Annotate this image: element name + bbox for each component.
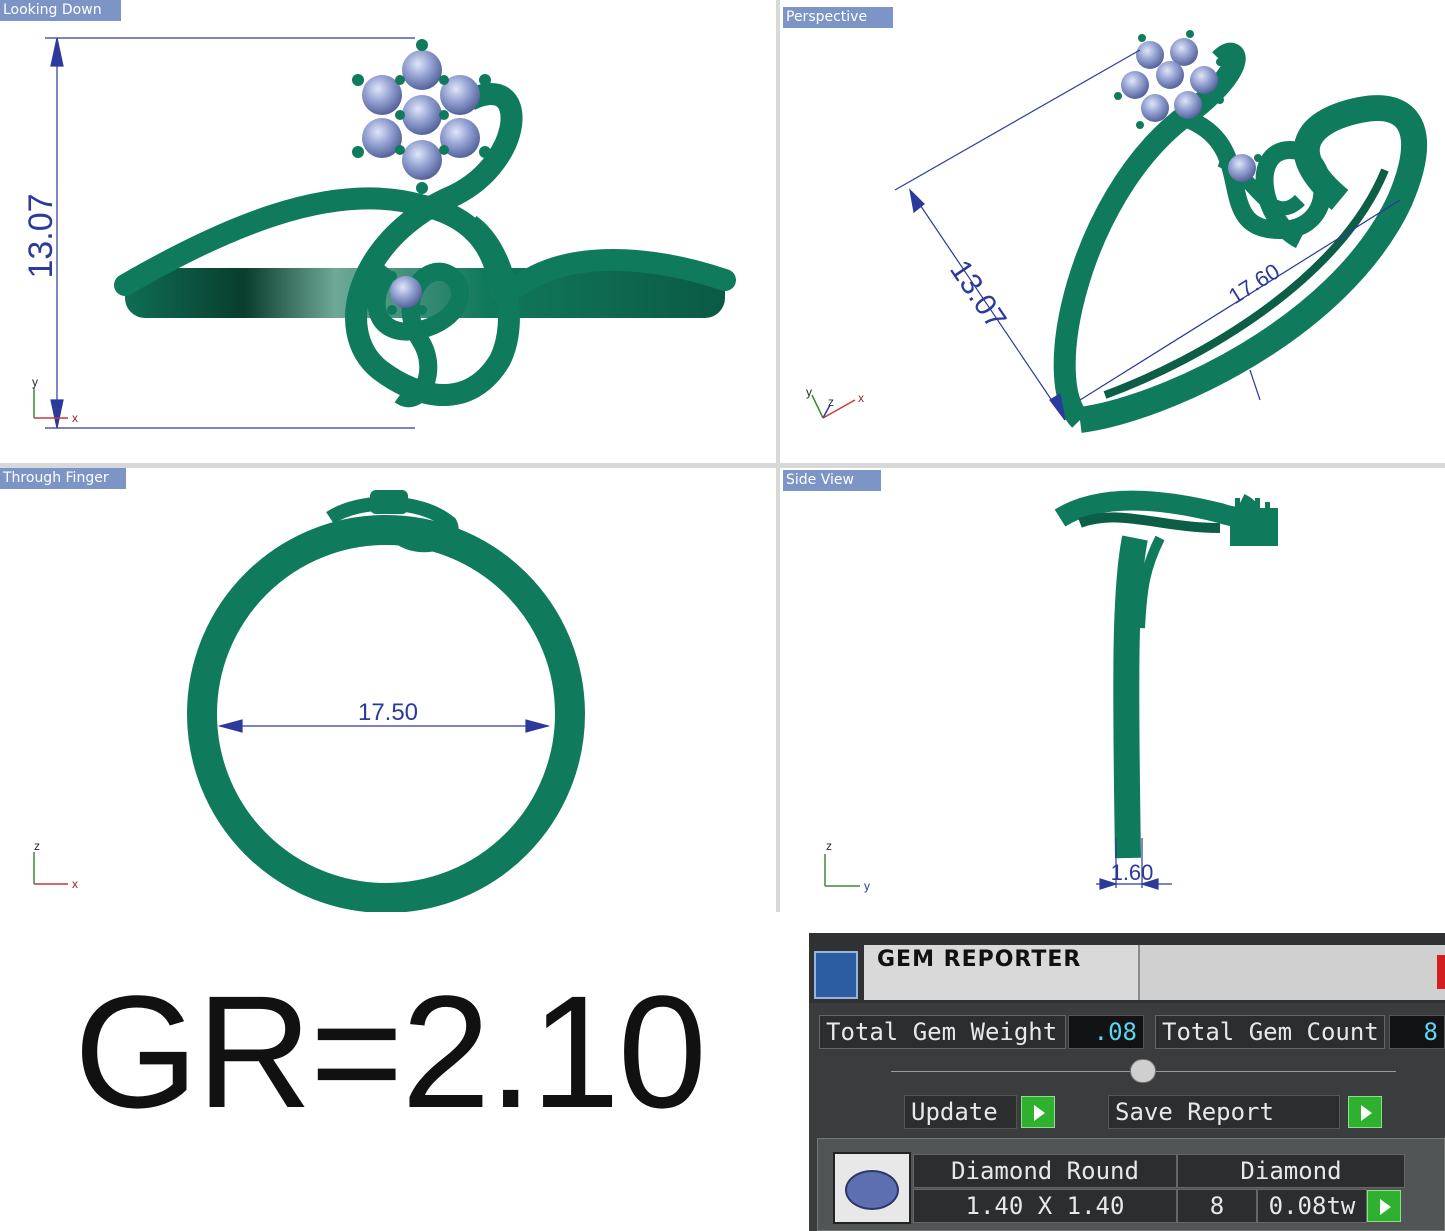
- inner-diameter-label: 17.50: [358, 699, 418, 726]
- save-report-button[interactable]: [1348, 1096, 1382, 1128]
- gem-reporter-panel: GEM REPORTER Total Gem Weight .08 Total …: [809, 933, 1445, 1231]
- total-gem-count-label: Total Gem Count: [1155, 1015, 1385, 1049]
- height-dimension-label: 13.07: [943, 254, 1012, 335]
- thickness-label: 1.60: [1111, 860, 1154, 885]
- collapse-icon[interactable]: [1130, 1059, 1156, 1083]
- height-dimension-label: 13.07: [22, 193, 60, 278]
- total-gem-weight-value: .08: [1068, 1015, 1144, 1049]
- perspective-drawing: 13.07 17.60 y z x: [806, 30, 1428, 433]
- svg-text:x: x: [72, 411, 78, 425]
- viewport-title[interactable]: Through Finger: [0, 468, 126, 489]
- gem-reporter-header: GEM REPORTER: [809, 933, 1445, 1003]
- viewport-divider-horizontal[interactable]: [0, 463, 1445, 468]
- svg-text:x: x: [72, 877, 78, 891]
- svg-text:x: x: [858, 391, 864, 405]
- gr-label: GR=2.10: [74, 962, 707, 1141]
- gem-type-cell[interactable]: Diamond: [1177, 1154, 1405, 1188]
- viewport-title[interactable]: Perspective: [783, 7, 893, 28]
- diamond-thumbnail-icon: [833, 1152, 911, 1224]
- viewport-title[interactable]: Looking Down: [0, 0, 121, 21]
- gem-reporter-title: GEM REPORTER: [877, 947, 1082, 972]
- svg-text:y: y: [32, 375, 38, 389]
- gem-count-cell[interactable]: 8: [1177, 1189, 1257, 1223]
- viewport-side-view[interactable]: 1.60 z y Side View: [780, 468, 1445, 912]
- viewport-perspective[interactable]: 13.07 17.60 y z x Perspective: [780, 0, 1445, 463]
- gem-row-select-button[interactable]: [1367, 1190, 1401, 1222]
- viewport-title[interactable]: Side View: [783, 470, 881, 491]
- axis-indicator: z y: [824, 839, 870, 893]
- gem-weight-cell[interactable]: 0.08tw: [1257, 1189, 1367, 1223]
- viewport-through-finger[interactable]: 17.50 z x Through Finger: [0, 468, 776, 912]
- total-gem-count-value: 8: [1389, 1015, 1445, 1049]
- svg-text:y: y: [806, 385, 812, 399]
- axis-indicator: y z x: [806, 385, 864, 419]
- svg-text:z: z: [826, 839, 832, 853]
- close-icon[interactable]: [1437, 955, 1445, 989]
- svg-text:y: y: [864, 879, 870, 893]
- through-finger-drawing: 17.50 z x: [33, 490, 585, 912]
- total-gem-weight-label: Total Gem Weight: [819, 1015, 1066, 1049]
- svg-text:z: z: [34, 839, 40, 853]
- viewport-looking-down[interactable]: 13.07 y x Looking Down: [0, 0, 776, 463]
- update-button[interactable]: [1021, 1096, 1055, 1128]
- side-view-drawing: 1.60 z y: [824, 490, 1278, 893]
- axis-indicator: z x: [33, 839, 78, 891]
- gem-name-cell[interactable]: Diamond Round: [913, 1154, 1177, 1188]
- gem-size-cell[interactable]: 1.40 X 1.40: [913, 1189, 1177, 1223]
- looking-down-drawing: 13.07 y x: [22, 37, 736, 429]
- update-label: Update: [904, 1095, 1017, 1129]
- viewport-divider-vertical[interactable]: [776, 0, 780, 912]
- gem-reporter-logo-icon: [814, 951, 858, 999]
- svg-text:z: z: [828, 395, 834, 409]
- save-report-label: Save Report: [1108, 1095, 1340, 1129]
